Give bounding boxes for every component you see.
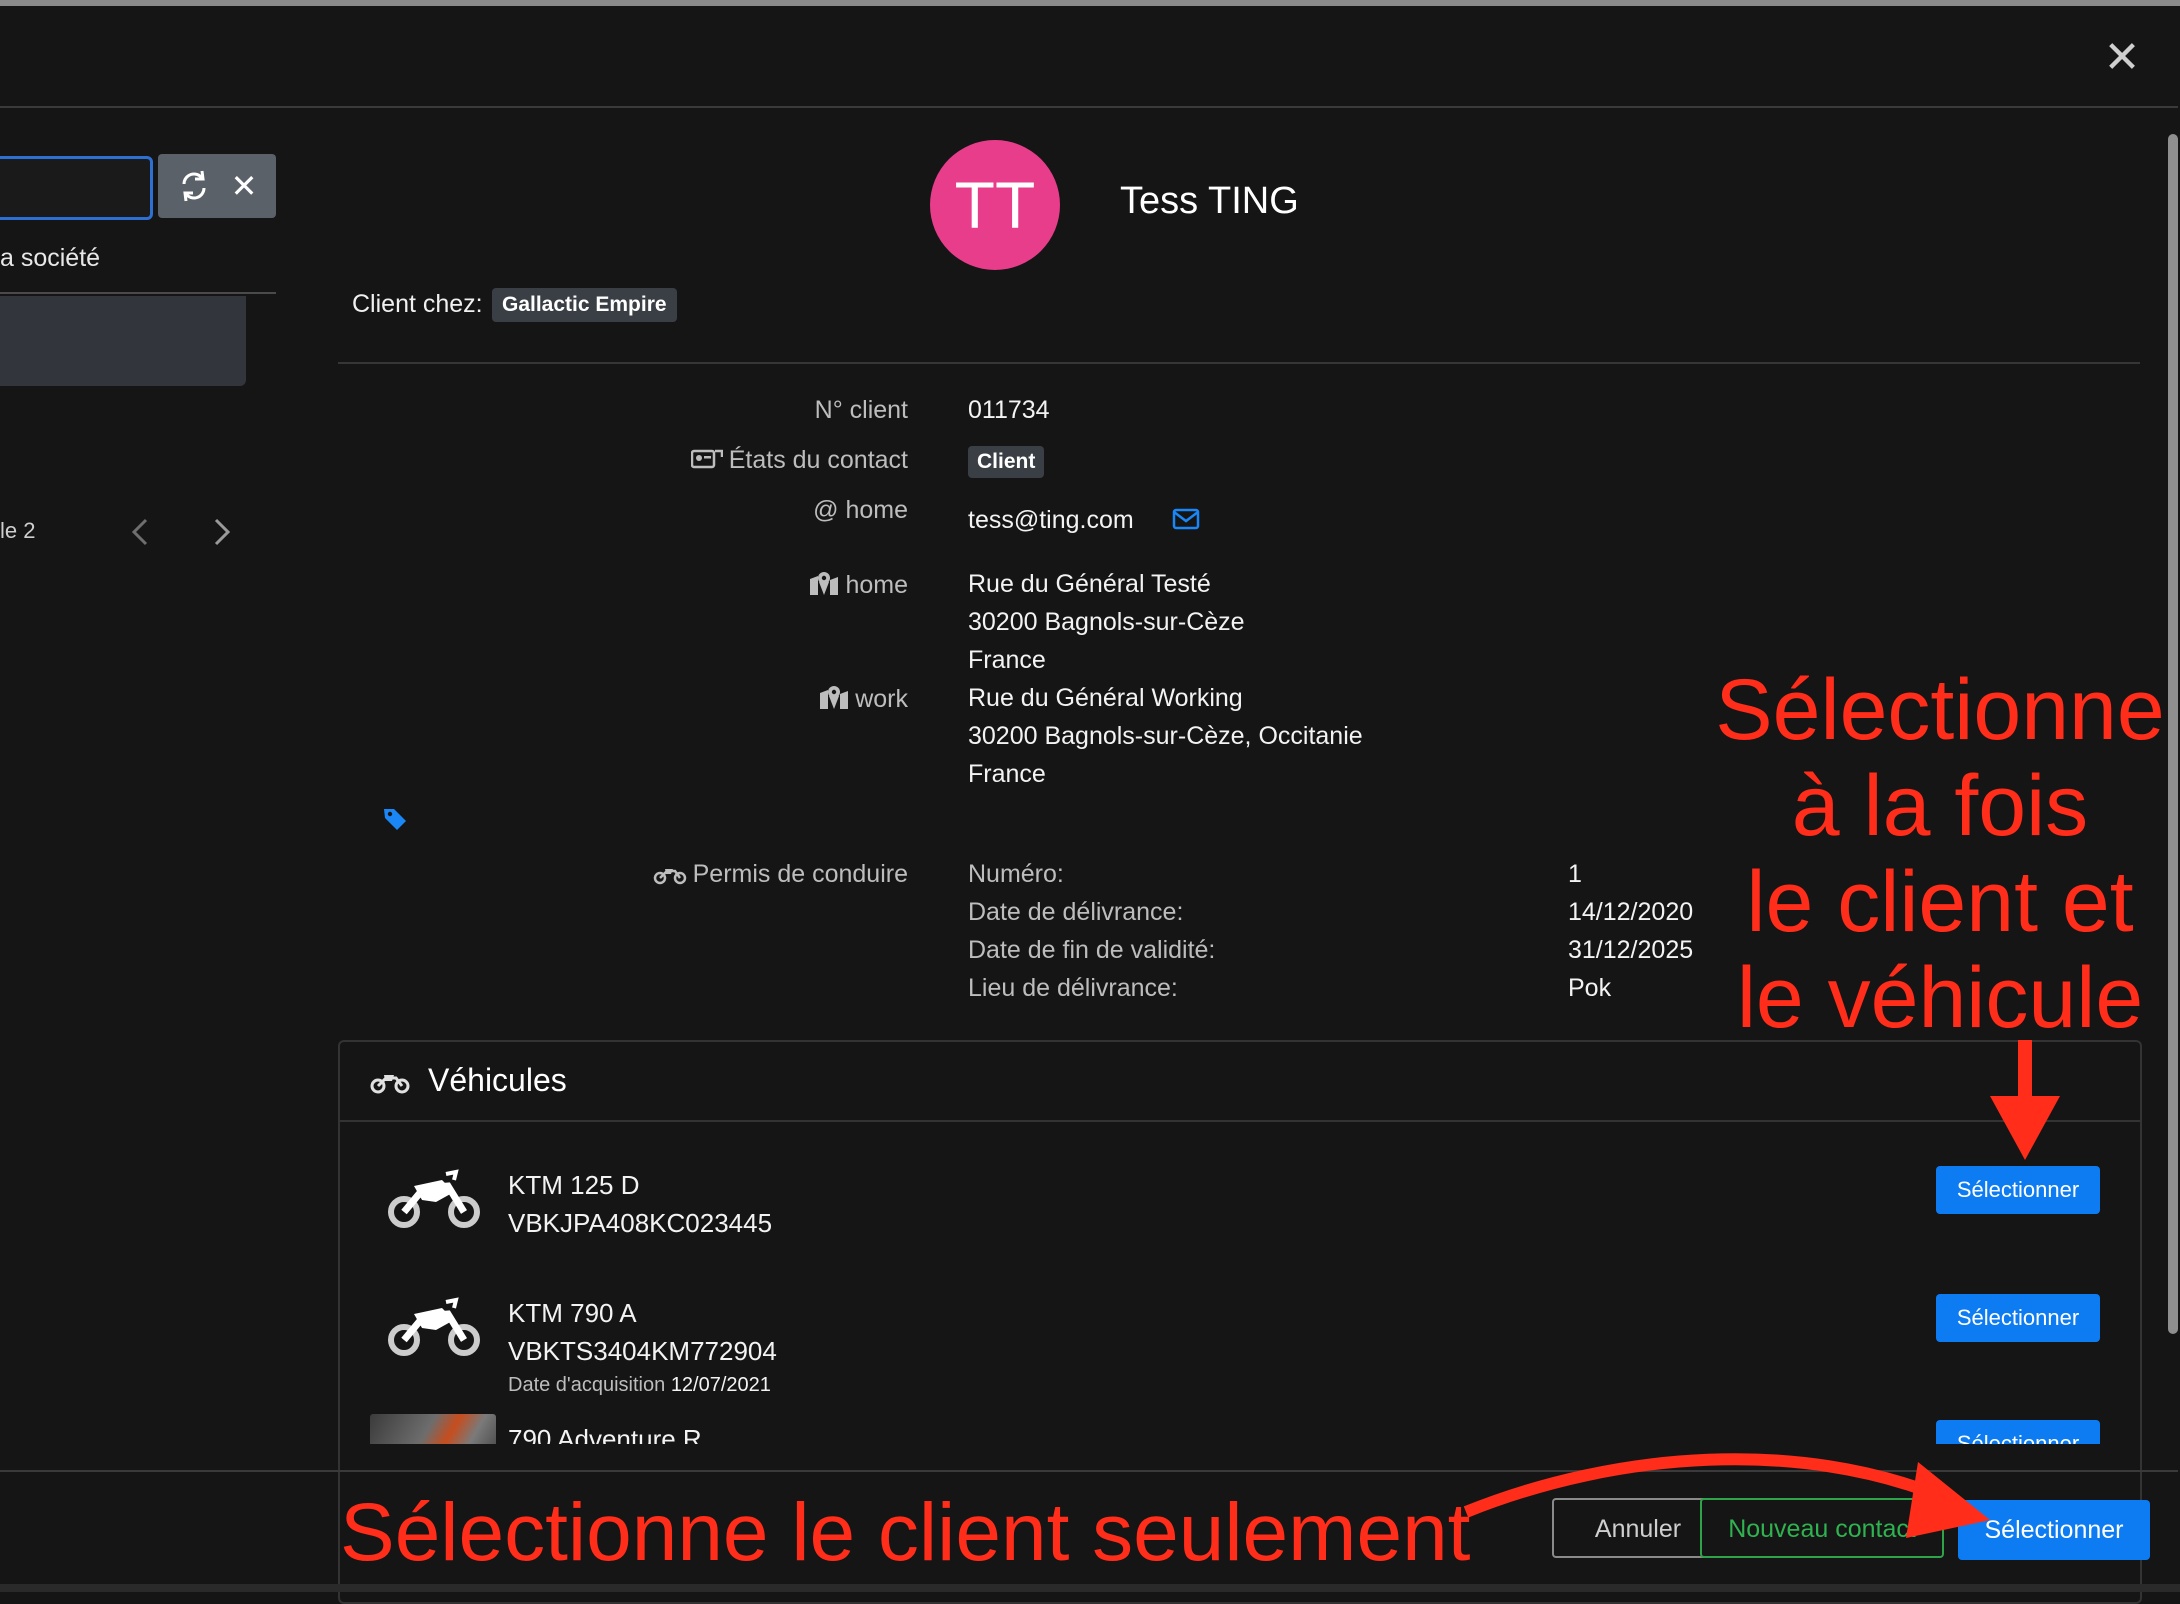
annotation-line: Sélectionne	[1715, 662, 2165, 758]
address-home-line-3: France	[968, 646, 1046, 674]
contact-name: Tess TING	[1120, 180, 1299, 222]
vehicles-card-header: Véhicules	[340, 1042, 2140, 1122]
annotation-bottom: Sélectionne le client seulement	[340, 1487, 1471, 1578]
pagination-text: le 2	[0, 518, 36, 543]
license-issue-label: Date de délivrance:	[968, 898, 1184, 926]
search-button-group: ✕	[158, 154, 276, 218]
divider	[338, 362, 2140, 364]
license-label: Permis de conduire	[653, 860, 908, 892]
vehicle-acquisition: Date d'acquisition 12/07/2021	[508, 1374, 771, 1397]
license-place-label: Lieu de délivrance:	[968, 974, 1178, 1002]
license-expiry-value: 31/12/2025	[1568, 936, 1694, 964]
company-badge[interactable]: Gallactic Empire	[492, 288, 677, 322]
email-value[interactable]: tess@ting.com	[968, 506, 1134, 535]
address-home-label: home	[809, 570, 908, 603]
address-work-line-2: 30200 Bagnols-sur-Cèze, Occitanie	[968, 722, 1363, 750]
chevron-left-icon[interactable]	[126, 514, 156, 550]
vehicle-model: KTM 125 D	[508, 1170, 640, 1200]
search-input[interactable]	[0, 156, 153, 220]
avatar: TT	[930, 140, 1060, 270]
address-work-label: work	[819, 684, 908, 717]
close-icon[interactable]: ✕	[2102, 36, 2142, 80]
license-text: Permis de conduire	[692, 860, 908, 888]
vehicles-title: Véhicules	[428, 1062, 567, 1098]
motorcycle-icon	[653, 863, 687, 892]
map-marker-icon	[819, 684, 849, 717]
motorcycle-icon	[370, 1070, 410, 1094]
refresh-icon[interactable]	[172, 164, 216, 208]
acquisition-label: Date d'acquisition	[508, 1374, 666, 1396]
annotation-line: le véhicule	[1736, 950, 2144, 1046]
client-number-label: N° client	[814, 396, 908, 424]
contact-states-text: États du contact	[728, 446, 908, 474]
vehicle-model: KTM 790 A	[508, 1298, 637, 1328]
left-divider	[0, 292, 276, 294]
annotation-right: Sélectionne à la fois le client et le vé…	[1700, 662, 2180, 1046]
client-number-value: 011734	[968, 396, 1050, 424]
license-place-value: Pok	[1568, 974, 1612, 1002]
license-number-value: 1	[1568, 860, 1582, 888]
contact-list-item-selected[interactable]	[0, 296, 246, 386]
license-issue-value: 14/12/2020	[1568, 898, 1694, 926]
vehicles-list: KTM 125 D VBKJPA408KC023445 Sélectionner…	[340, 1120, 2138, 1444]
chevron-right-icon[interactable]	[206, 514, 236, 550]
email-label: @ home	[813, 496, 908, 524]
contact-states-label: États du contact	[690, 446, 908, 478]
vehicle-model: 790 Adventure R	[508, 1424, 702, 1444]
select-vehicle-button[interactable]: Sélectionner	[1936, 1420, 2100, 1444]
vehicle-photo	[370, 1414, 496, 1444]
window-bottom-strip	[0, 1584, 2180, 1592]
map-marker-icon	[809, 570, 839, 603]
new-contact-button[interactable]: Nouveau contact	[1700, 1498, 1944, 1558]
select-button[interactable]: Sélectionner	[1958, 1500, 2150, 1560]
motorcycle-icon	[384, 1294, 484, 1358]
envelope-icon[interactable]	[1172, 508, 1200, 530]
clear-search-icon[interactable]: ✕	[222, 164, 266, 208]
cancel-button[interactable]: Annuler	[1552, 1498, 1724, 1558]
contact-card-icon	[690, 447, 723, 478]
annotation-line: à la fois	[1791, 758, 2089, 854]
tag-icon[interactable]	[382, 806, 408, 832]
address-work-line-3: France	[968, 760, 1046, 788]
address-home-line-2: 30200 Bagnols-sur-Cèze	[968, 608, 1245, 636]
annotation-line: le client et	[1746, 854, 2134, 950]
select-vehicle-button[interactable]: Sélectionner	[1936, 1294, 2100, 1342]
motorcycle-icon	[384, 1166, 484, 1230]
address-home-text: home	[845, 571, 908, 599]
modal-header: ✕	[0, 6, 2178, 108]
address-work-line-1: Rue du Général Working	[968, 684, 1243, 712]
address-work-text: work	[855, 685, 908, 713]
vehicle-vin: VBKTS3404KM772904	[508, 1336, 777, 1366]
vehicle-vin: VBKJPA408KC023445	[508, 1208, 773, 1238]
client-chez-label: Client chez:	[352, 290, 483, 318]
acquisition-date: 12/07/2021	[670, 1374, 771, 1396]
license-number-label: Numéro:	[968, 860, 1064, 888]
license-expiry-label: Date de fin de validité:	[968, 936, 1216, 964]
address-home-line-1: Rue du Général Testé	[968, 570, 1211, 598]
state-badge: Client	[968, 446, 1045, 478]
select-vehicle-button[interactable]: Sélectionner	[1936, 1166, 2100, 1214]
left-filter-label: a société	[0, 244, 101, 272]
